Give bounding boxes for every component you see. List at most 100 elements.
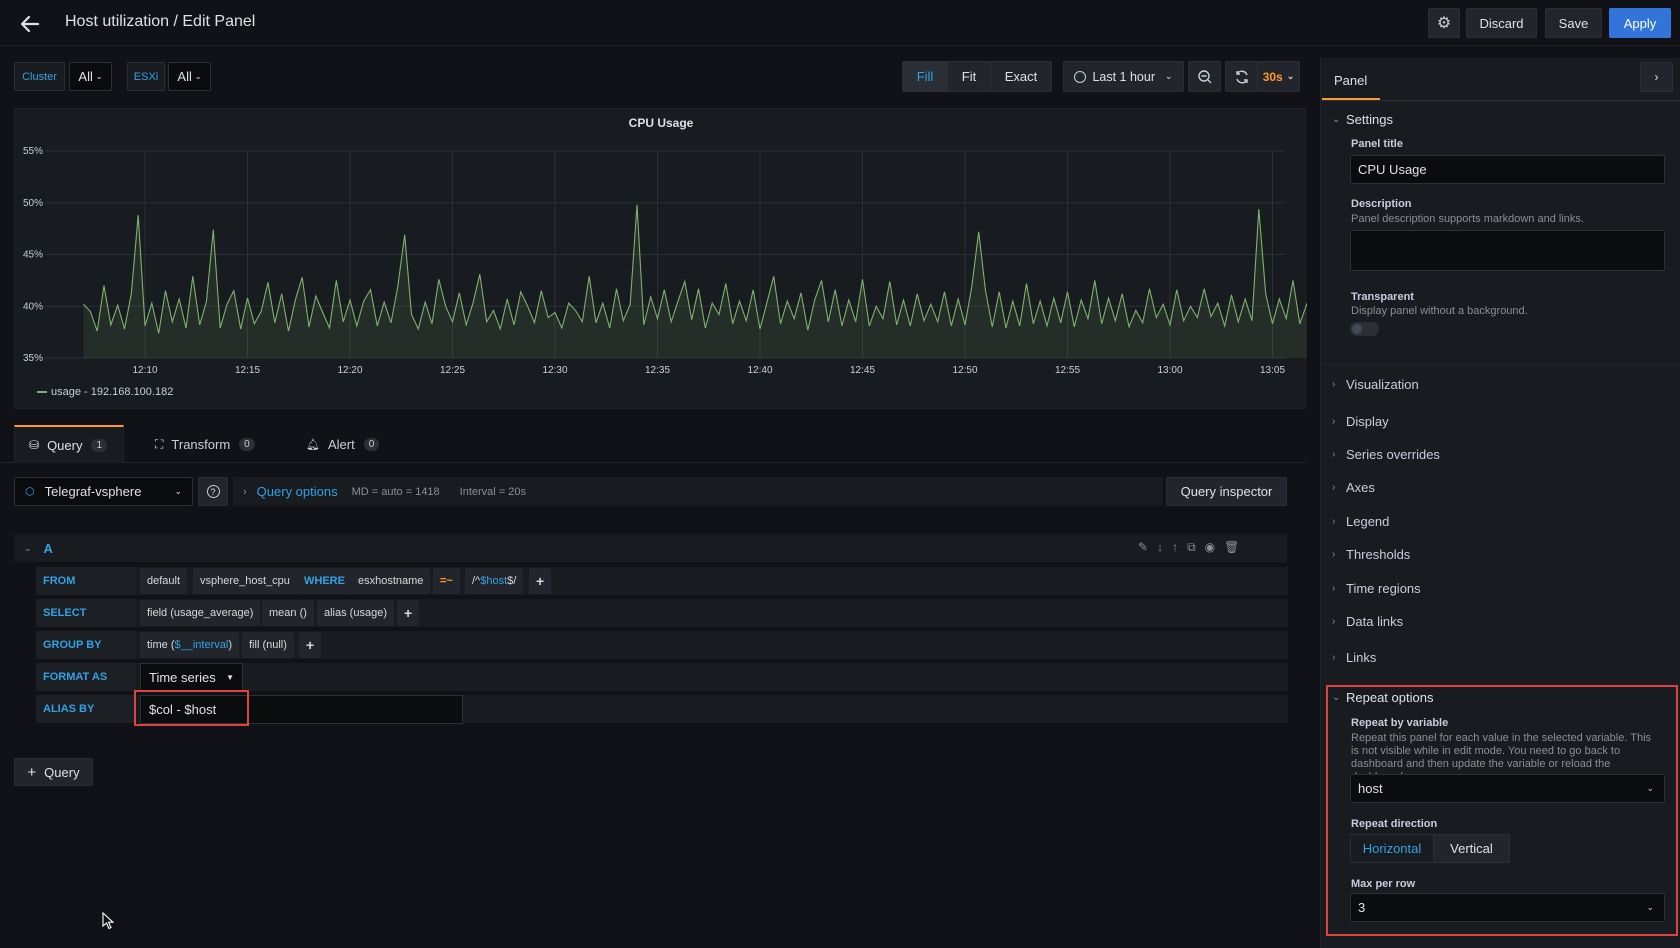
section-links-label: Links — [1346, 650, 1377, 665]
chevron-down-icon: ⌄ — [1332, 114, 1341, 125]
x-tick-label: 12:20 — [337, 365, 362, 376]
where-label: WHERE — [297, 568, 352, 594]
format-as-label: FORMAT AS — [36, 663, 136, 691]
settings-section-header[interactable]: ⌄ Settings — [1332, 112, 1393, 127]
tab-alert[interactable]: 🔔︎ Alert 0 — [306, 425, 396, 463]
save-button[interactable]: Save — [1545, 8, 1602, 38]
description-textarea[interactable] — [1350, 230, 1665, 271]
fit-button[interactable]: Fit — [947, 61, 991, 92]
back-arrow-icon[interactable] — [18, 12, 42, 36]
md-info: MD = auto = 1418 — [351, 485, 440, 498]
section-series-overrides-label: Series overrides — [1346, 447, 1440, 462]
chevron-right-icon: › — [1332, 482, 1336, 493]
apply-button[interactable]: Apply — [1609, 8, 1671, 38]
add-query-button[interactable]: + Query — [14, 758, 93, 786]
from-label: FROM — [36, 567, 136, 595]
clock-icon — [1074, 70, 1087, 83]
datasource-picker[interactable]: ⬡ Telegraf-vsphere ⌄ — [14, 477, 193, 506]
query-ref-id: A — [43, 540, 53, 556]
group-by-fill[interactable]: fill (null) — [242, 632, 294, 658]
add-group-by-button[interactable]: + — [299, 632, 322, 658]
panel-title-label: Panel title — [1351, 138, 1403, 150]
section-thresholds[interactable]: › Thresholds — [1332, 547, 1411, 562]
trash-icon[interactable]: 🗑︎ — [1224, 540, 1239, 556]
time-range-picker[interactable]: Last 1 hour ⌄ — [1063, 61, 1184, 92]
chevron-right-icon: › — [1332, 416, 1336, 427]
chart-panel: CPU Usage 55% 50% 45% 40% 35% 12:10 12:15 12:20 1… — [14, 108, 1307, 409]
refresh-button[interactable] — [1225, 61, 1258, 92]
add-select-button[interactable]: + — [397, 600, 420, 626]
tab-panel-label: Panel — [1334, 72, 1368, 88]
eye-icon[interactable]: ◉ — [1205, 540, 1215, 556]
section-data-links[interactable]: › Data links — [1332, 614, 1403, 629]
datasource-icon: ⬡ — [25, 486, 35, 498]
section-time-regions-label: Time regions — [1346, 581, 1421, 596]
duplicate-icon[interactable]: ⧉ — [1187, 540, 1196, 556]
section-axes-label: Axes — [1346, 480, 1375, 495]
cpu-usage-chart: CPU Usage 55% 50% 45% 40% 35% 12:10 12:15 12:20 1… — [23, 116, 1307, 398]
section-visualization[interactable]: › Visualization — [1332, 377, 1419, 392]
alias-by-label: ALIAS BY — [36, 695, 136, 723]
group-by-time[interactable]: time ($__interval) — [140, 632, 239, 658]
transparent-toggle[interactable] — [1350, 322, 1379, 336]
variable-cluster-select[interactable]: All ⌄ — [69, 62, 112, 91]
transparent-label: Transparent — [1351, 291, 1414, 303]
repeat-options-highlight-box — [1326, 685, 1678, 936]
where-operator[interactable]: =~ — [433, 568, 460, 594]
collapse-chevron-icon[interactable]: ⌄ — [24, 543, 32, 554]
fill-button[interactable]: Fill — [902, 61, 948, 92]
chevron-down-icon: ⌄ — [194, 72, 202, 81]
query-options-bar[interactable]: › Query options MD = auto = 1418 Interva… — [233, 477, 1163, 506]
section-axes[interactable]: › Axes — [1332, 480, 1375, 495]
x-tick-label: 13:05 — [1260, 365, 1285, 376]
where-key[interactable]: esxhostname — [351, 568, 431, 594]
options-tab-divider — [1322, 100, 1680, 101]
collapse-pane-button[interactable]: › — [1640, 62, 1673, 92]
discard-button[interactable]: Discard — [1466, 8, 1537, 38]
x-tick-label: 12:25 — [440, 365, 465, 376]
zoom-out-icon — [1197, 69, 1211, 83]
move-down-icon[interactable]: ↓ — [1157, 540, 1163, 556]
add-where-button[interactable]: + — [529, 568, 552, 594]
edit-icon[interactable]: ✎ — [1138, 540, 1148, 556]
tab-panel[interactable]: Panel — [1322, 62, 1380, 100]
where-value[interactable]: /^ $host $/ — [465, 568, 524, 594]
query-inspector-button[interactable]: Query inspector — [1166, 477, 1287, 506]
section-links[interactable]: › Links — [1332, 650, 1377, 665]
refresh-icon — [1235, 70, 1248, 83]
x-tick-label: 12:55 — [1055, 365, 1080, 376]
zoom-out-button[interactable] — [1188, 61, 1221, 92]
variable-esxi-select[interactable]: All ⌄ — [168, 62, 211, 91]
tab-query[interactable]: ⛁ Query 1 — [14, 425, 124, 463]
chevron-right-icon: › — [1332, 652, 1336, 663]
select-field[interactable]: field (usage_average) — [140, 600, 261, 626]
y-tick-label: 45% — [23, 250, 43, 261]
query-row-header[interactable]: ⌄ A — [14, 534, 1287, 562]
from-measurement[interactable]: vsphere_host_cpu — [193, 568, 297, 594]
chevron-right-icon: › — [1332, 516, 1336, 527]
help-button[interactable]: ? — [198, 477, 228, 506]
format-as-select[interactable]: Time series ▼ — [140, 663, 243, 691]
description-label: Description — [1351, 198, 1412, 210]
x-tick-label: 12:30 — [542, 365, 567, 376]
move-up-icon[interactable]: ↑ — [1172, 540, 1178, 556]
section-series-overrides[interactable]: › Series overrides — [1332, 447, 1440, 462]
tab-transform[interactable]: ⛶ Transform 0 — [154, 425, 264, 463]
tab-query-count: 1 — [91, 438, 108, 452]
section-legend[interactable]: › Legend — [1332, 514, 1389, 529]
where-value-prefix: /^ — [472, 575, 481, 587]
section-display[interactable]: › Display — [1332, 414, 1389, 429]
from-policy[interactable]: default — [140, 568, 188, 594]
chevron-right-icon: › — [1332, 583, 1336, 594]
transparent-hint: Display panel without a background. — [1351, 305, 1528, 317]
select-aggregate[interactable]: mean () — [262, 600, 314, 626]
section-time-regions[interactable]: › Time regions — [1332, 581, 1421, 596]
alias-highlight-box — [134, 690, 249, 726]
panel-title-input[interactable]: CPU Usage — [1350, 155, 1665, 184]
section-thresholds-label: Thresholds — [1346, 547, 1411, 562]
refresh-interval-picker[interactable]: 30s ⌄ — [1257, 61, 1300, 92]
settings-button[interactable]: ⚙ — [1428, 8, 1460, 38]
select-alias[interactable]: alias (usage) — [317, 600, 394, 626]
x-tick-label: 12:40 — [747, 365, 772, 376]
exact-button[interactable]: Exact — [990, 61, 1052, 92]
